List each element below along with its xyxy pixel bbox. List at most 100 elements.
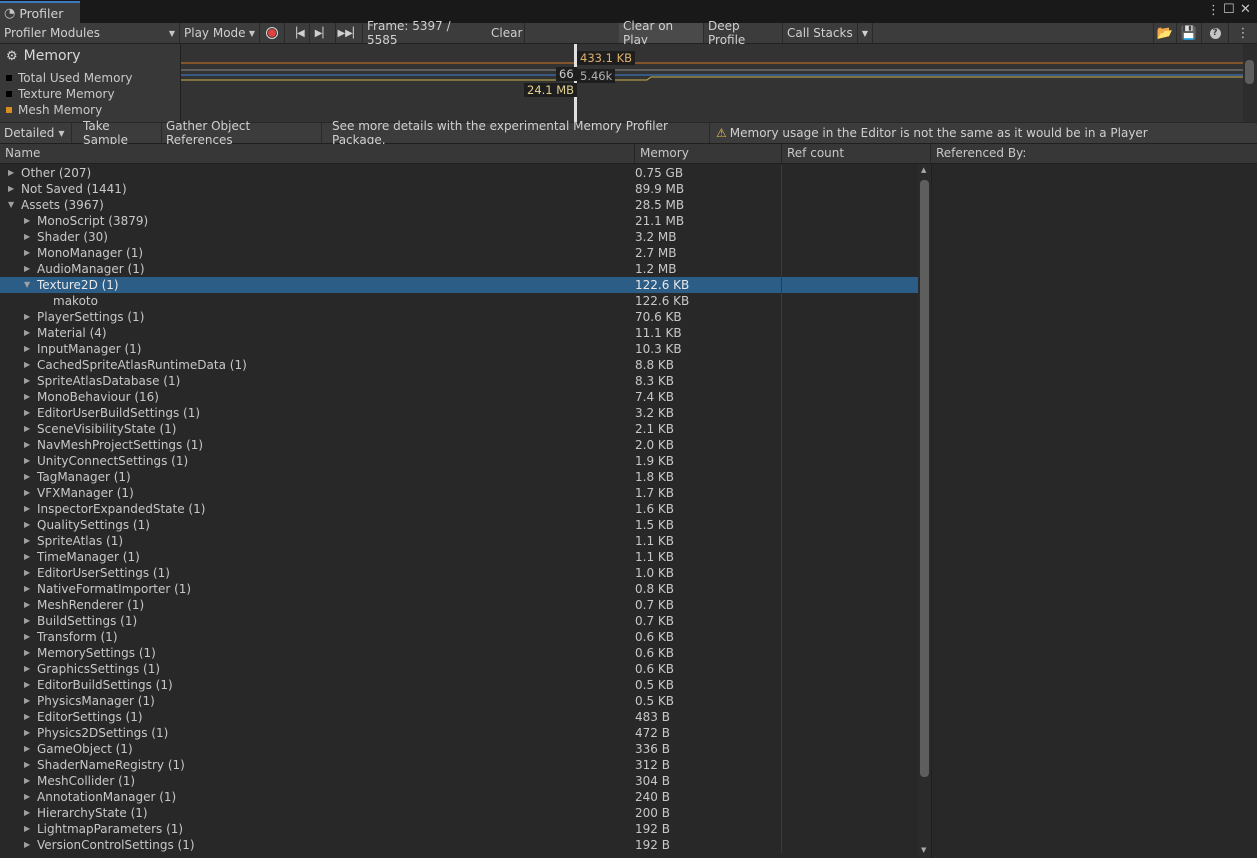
scroll-down-icon[interactable]: ▼ — [921, 846, 926, 854]
foldout-collapsed-icon[interactable]: ▶ — [24, 549, 34, 565]
tree-row[interactable]: makoto 122.6 KB — [0, 293, 918, 309]
take-sample-button[interactable]: Take Sample — [79, 119, 162, 147]
foldout-collapsed-icon[interactable]: ▶ — [24, 837, 34, 853]
tree-row[interactable]: ▶ SceneVisibilityState (1) 2.1 KB — [0, 421, 918, 437]
legend-texture-memory[interactable]: Texture Memory — [6, 87, 115, 101]
foldout-collapsed-icon[interactable]: ▶ — [8, 181, 18, 197]
deep-profile-toggle[interactable]: Deep Profile — [704, 19, 783, 47]
foldout-collapsed-icon[interactable]: ▶ — [24, 453, 34, 469]
help-button[interactable]: ? — [1202, 23, 1229, 43]
tree-row[interactable]: ▶ PlayerSettings (1) 70.6 KB — [0, 309, 918, 325]
foldout-collapsed-icon[interactable]: ▶ — [24, 741, 34, 757]
foldout-collapsed-icon[interactable]: ▶ — [24, 725, 34, 741]
legend-total-used-memory[interactable]: Total Used Memory — [6, 71, 133, 85]
tree-row[interactable]: ▶ MonoManager (1) 2.7 MB — [0, 245, 918, 261]
foldout-collapsed-icon[interactable]: ▶ — [24, 677, 34, 693]
foldout-collapsed-icon[interactable]: ▶ — [24, 421, 34, 437]
foldout-collapsed-icon[interactable]: ▶ — [24, 261, 34, 277]
legend-mesh-memory[interactable]: Mesh Memory — [6, 103, 102, 117]
tree-row[interactable]: ▼ Texture2D (1) 122.6 KB — [0, 277, 918, 293]
foldout-collapsed-icon[interactable]: ▶ — [24, 693, 34, 709]
foldout-collapsed-icon[interactable]: ▶ — [24, 805, 34, 821]
more-button[interactable]: ⋮ — [1229, 23, 1257, 43]
foldout-collapsed-icon[interactable]: ▶ — [24, 389, 34, 405]
tree-row[interactable]: ▶ CachedSpriteAtlasRuntimeData (1) 8.8 KB — [0, 357, 918, 373]
foldout-collapsed-icon[interactable]: ▶ — [24, 661, 34, 677]
load-button[interactable]: 📂 — [1153, 23, 1177, 43]
tree-row[interactable]: ▶ Other (207) 0.75 GB — [0, 165, 918, 181]
foldout-collapsed-icon[interactable]: ▶ — [24, 757, 34, 773]
chart-scrollbar-thumb[interactable] — [1245, 60, 1254, 84]
play-mode-dropdown[interactable]: Play Mode ▼ — [180, 23, 260, 43]
tree-row[interactable]: ▶ TagManager (1) 1.8 KB — [0, 469, 918, 485]
close-icon[interactable]: ✕ — [1240, 3, 1251, 16]
tree-row[interactable]: ▶ MemorySettings (1) 0.6 KB — [0, 645, 918, 661]
tree-row[interactable]: ▶ SpriteAtlasDatabase (1) 8.3 KB — [0, 373, 918, 389]
tree-row[interactable]: ▶ MonoBehaviour (16) 7.4 KB — [0, 389, 918, 405]
tab-profiler[interactable]: ◔ Profiler — [0, 1, 80, 23]
tree-row[interactable]: ▶ InspectorExpandedState (1) 1.6 KB — [0, 501, 918, 517]
clear-button[interactable]: Clear — [487, 23, 525, 43]
scroll-up-icon[interactable]: ▲ — [921, 166, 926, 174]
foldout-collapsed-icon[interactable]: ▶ — [24, 373, 34, 389]
foldout-collapsed-icon[interactable]: ▶ — [24, 501, 34, 517]
tree-row[interactable]: ▶ Not Saved (1441) 89.9 MB — [0, 181, 918, 197]
foldout-collapsed-icon[interactable]: ▶ — [24, 821, 34, 837]
first-frame-button[interactable]: ▕◀ — [285, 23, 310, 43]
foldout-collapsed-icon[interactable]: ▶ — [24, 309, 34, 325]
tree-row[interactable]: ▶ VFXManager (1) 1.7 KB — [0, 485, 918, 501]
record-button[interactable] — [260, 23, 285, 43]
memory-profiler-package-link[interactable]: See more details with the experimental M… — [328, 119, 710, 147]
maximize-icon[interactable]: ☐ — [1223, 3, 1235, 16]
memory-tree[interactable]: ▶ Other (207) 0.75 GB ▶ Not Saved (1441) 89.9… — [0, 164, 918, 858]
tree-row[interactable]: ▶ AudioManager (1) 1.2 MB — [0, 261, 918, 277]
next-frame-button[interactable]: ▶▏ — [310, 23, 336, 43]
call-stacks-dropdown[interactable]: ▼ — [858, 23, 873, 43]
more-options-icon[interactable]: ⋮ — [1207, 4, 1220, 17]
foldout-collapsed-icon[interactable]: ▶ — [24, 325, 34, 341]
foldout-collapsed-icon[interactable]: ▶ — [24, 597, 34, 613]
tree-row[interactable]: ▶ SpriteAtlas (1) 1.1 KB — [0, 533, 918, 549]
tree-row[interactable]: ▶ GameObject (1) 336 B — [0, 741, 918, 757]
tree-row[interactable]: ▶ Physics2DSettings (1) 472 B — [0, 725, 918, 741]
tree-row[interactable]: ▶ NativeFormatImporter (1) 0.8 KB — [0, 581, 918, 597]
foldout-collapsed-icon[interactable]: ▶ — [24, 629, 34, 645]
foldout-collapsed-icon[interactable]: ▶ — [8, 165, 18, 181]
column-header-name[interactable]: Name — [0, 144, 635, 163]
foldout-expanded-icon[interactable]: ▼ — [24, 277, 34, 293]
tree-row[interactable]: ▶ EditorSettings (1) 483 B — [0, 709, 918, 725]
foldout-collapsed-icon[interactable]: ▶ — [24, 405, 34, 421]
current-frame-button[interactable]: ▶▶▏ — [336, 23, 363, 43]
foldout-collapsed-icon[interactable]: ▶ — [24, 613, 34, 629]
tree-row[interactable]: ▶ EditorBuildSettings (1) 0.5 KB — [0, 677, 918, 693]
foldout-collapsed-icon[interactable]: ▶ — [24, 485, 34, 501]
tree-scrollbar-thumb[interactable] — [920, 180, 929, 777]
foldout-collapsed-icon[interactable]: ▶ — [24, 437, 34, 453]
foldout-expanded-icon[interactable]: ▼ — [8, 197, 18, 213]
tree-row[interactable]: ▶ QualitySettings (1) 1.5 KB — [0, 517, 918, 533]
view-mode-dropdown[interactable]: Detailed ▼ — [0, 123, 72, 143]
tree-row[interactable]: ▶ BuildSettings (1) 0.7 KB — [0, 613, 918, 629]
memory-module-panel[interactable]: ⚙ Memory Total Used Memory Texture Memor… — [0, 44, 181, 122]
tree-row[interactable]: ▶ MonoScript (3879) 21.1 MB — [0, 213, 918, 229]
foldout-collapsed-icon[interactable]: ▶ — [24, 789, 34, 805]
tree-row[interactable]: ▶ LightmapParameters (1) 192 B — [0, 821, 918, 837]
save-button[interactable]: 💾 — [1177, 23, 1202, 43]
column-header-ref-count[interactable]: Ref count — [782, 144, 930, 163]
tree-row[interactable]: ▶ MeshRenderer (1) 0.7 KB — [0, 597, 918, 613]
foldout-collapsed-icon[interactable]: ▶ — [24, 581, 34, 597]
tree-row[interactable]: ▶ Shader (30) 3.2 MB — [0, 229, 918, 245]
tree-row[interactable]: ▶ ShaderNameRegistry (1) 312 B — [0, 757, 918, 773]
call-stacks-toggle[interactable]: Call Stacks — [783, 23, 858, 43]
tree-row[interactable]: ▶ UnityConnectSettings (1) 1.9 KB — [0, 453, 918, 469]
tree-row[interactable]: ▼ Assets (3967) 28.5 MB — [0, 197, 918, 213]
foldout-collapsed-icon[interactable]: ▶ — [24, 341, 34, 357]
foldout-collapsed-icon[interactable]: ▶ — [24, 773, 34, 789]
tree-row[interactable]: ▶ Material (4) 11.1 KB — [0, 325, 918, 341]
tree-row[interactable]: ▶ GraphicsSettings (1) 0.6 KB — [0, 661, 918, 677]
foldout-collapsed-icon[interactable]: ▶ — [24, 357, 34, 373]
profiler-modules-dropdown[interactable]: Profiler Modules ▼ — [0, 23, 180, 43]
tree-row[interactable]: ▶ MeshCollider (1) 304 B — [0, 773, 918, 789]
tree-row[interactable]: ▶ HierarchyState (1) 200 B — [0, 805, 918, 821]
chart-scrollbar[interactable] — [1243, 44, 1257, 122]
